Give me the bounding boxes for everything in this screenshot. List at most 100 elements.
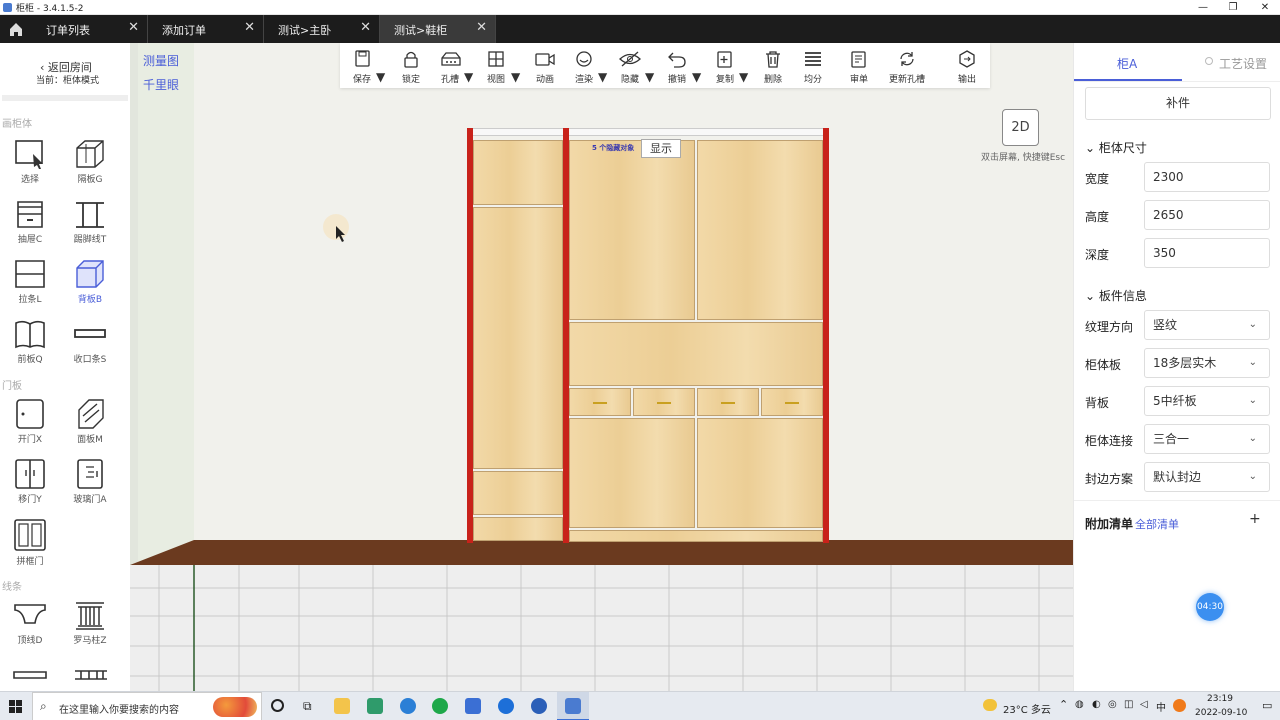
taskbar-search-box[interactable]: ⌕ 在这里输入你要搜索的内容 bbox=[32, 692, 262, 720]
shelf-panel[interactable] bbox=[569, 322, 823, 386]
cabinet-board-select[interactable]: 18多层实木 ⌄ bbox=[1144, 348, 1270, 378]
depth-input[interactable]: 350 bbox=[1144, 238, 1270, 268]
toolbar-hide-button[interactable]: 隐藏 bbox=[616, 43, 644, 88]
add-extra-button[interactable]: + bbox=[1249, 511, 1261, 527]
kickboard-panel[interactable] bbox=[569, 530, 823, 542]
windows-start-icon[interactable] bbox=[9, 700, 23, 717]
drawer-panel[interactable] bbox=[569, 388, 631, 416]
tray-app-icon[interactable]: ◐ bbox=[1092, 699, 1101, 710]
tool-kickboard[interactable]: 踢脚线T bbox=[65, 198, 115, 253]
drawer-panel[interactable] bbox=[473, 517, 563, 541]
tool-sliding-door[interactable]: 移门Y bbox=[5, 458, 55, 513]
toolbar-divide-button[interactable]: 均分 bbox=[799, 43, 827, 88]
toolbar-delete-button[interactable]: 删除 bbox=[759, 43, 787, 88]
add-part-button[interactable]: 补件 bbox=[1085, 87, 1271, 120]
hide-dropdown-icon[interactable]: ▼ bbox=[645, 70, 654, 115]
tab-close-icon[interactable]: ✕ bbox=[128, 20, 139, 35]
tool-glass-door[interactable]: 玻璃门A bbox=[65, 458, 115, 513]
design-canvas[interactable]: 5 个隐藏对象 显示 测量图 千里眼 2D 双击屏幕, 快捷键Esc bbox=[130, 43, 1073, 691]
measure-view-link[interactable]: 测量图 bbox=[143, 52, 179, 69]
tray-expand-icon[interactable]: ⌃ bbox=[1059, 698, 1068, 711]
drawer-panel[interactable] bbox=[697, 388, 759, 416]
more-tool-icon[interactable] bbox=[73, 668, 109, 685]
toolbar-export-button[interactable]: 输出 bbox=[953, 43, 981, 88]
volume-icon[interactable]: ◁ bbox=[1140, 699, 1148, 710]
tool-frame-door[interactable]: 拼框门 bbox=[5, 518, 55, 573]
timer-badge[interactable]: 04:30 bbox=[1196, 593, 1224, 621]
door-panel[interactable] bbox=[697, 418, 823, 528]
tool-partition[interactable]: 隔板G bbox=[65, 138, 115, 193]
tool-drawer[interactable]: 抽屉C bbox=[5, 198, 55, 253]
cortana-icon[interactable] bbox=[271, 699, 284, 712]
browser-icon[interactable] bbox=[400, 698, 416, 714]
toolbar-update-hole-button[interactable]: 更新孔槽 bbox=[887, 43, 927, 88]
door-panel[interactable] bbox=[473, 207, 563, 469]
active-app-button[interactable] bbox=[557, 692, 589, 720]
door-panel[interactable] bbox=[697, 140, 823, 320]
cabinet-model[interactable]: 5 个隐藏对象 显示 bbox=[467, 128, 829, 544]
bird-eye-view-link[interactable]: 千里眼 bbox=[143, 76, 179, 93]
app-icon[interactable] bbox=[531, 698, 547, 714]
tab-close-icon[interactable]: ✕ bbox=[476, 20, 487, 35]
tab-close-icon[interactable]: ✕ bbox=[244, 20, 255, 35]
task-view-icon[interactable]: ⧉ bbox=[303, 699, 312, 714]
file-explorer-icon[interactable] bbox=[334, 698, 350, 714]
tab-craft-settings[interactable]: 工艺设置 bbox=[1219, 55, 1267, 72]
save-dropdown-icon[interactable]: ▼ bbox=[376, 70, 385, 115]
drawer-panel[interactable] bbox=[633, 388, 695, 416]
tool-back-panel[interactable]: 背板B bbox=[65, 258, 115, 313]
connection-select[interactable]: 三合一 ⌄ bbox=[1144, 424, 1270, 454]
notification-icon[interactable]: ▭ bbox=[1262, 699, 1272, 712]
app-icon[interactable] bbox=[465, 698, 481, 714]
dim-group-header[interactable]: ⌄ 柜体尺寸 bbox=[1085, 139, 1147, 156]
clock-time[interactable]: 23:19 bbox=[1207, 694, 1233, 704]
view-dropdown-icon[interactable]: ▼ bbox=[511, 70, 520, 115]
wechat-icon[interactable] bbox=[432, 698, 448, 714]
door-panel[interactable] bbox=[569, 140, 695, 320]
toolbar-lock-button[interactable]: 锁定 bbox=[397, 43, 425, 88]
edge-banding-select[interactable]: 默认封边 ⌄ bbox=[1144, 462, 1270, 492]
door-panel[interactable] bbox=[473, 140, 563, 205]
height-input[interactable]: 2650 bbox=[1144, 200, 1270, 230]
show-hidden-button[interactable]: 显示 bbox=[641, 139, 681, 158]
undo-dropdown-icon[interactable]: ▼ bbox=[692, 70, 701, 115]
network-icon[interactable]: ◫ bbox=[1124, 699, 1133, 710]
toolbar-view-button[interactable]: 视图 bbox=[482, 43, 510, 88]
tray-app-icon[interactable] bbox=[1173, 699, 1186, 712]
tool-face-panel[interactable]: 面板M bbox=[65, 398, 115, 453]
tab-cabinet-a[interactable]: 柜A bbox=[1117, 55, 1137, 72]
back-board-select[interactable]: 5中纤板 ⌄ bbox=[1144, 386, 1270, 416]
grain-direction-select[interactable]: 竖纹 ⌄ bbox=[1144, 310, 1270, 340]
minimize-button[interactable]: — bbox=[1188, 0, 1218, 15]
toolbar-hole-button[interactable]: 孔槽 bbox=[436, 43, 464, 88]
close-window-button[interactable]: ✕ bbox=[1250, 0, 1280, 15]
toolbar-copy-button[interactable]: 复制 bbox=[711, 43, 739, 88]
tool-front-panel[interactable]: 前板Q bbox=[5, 318, 55, 373]
toolbar-render-button[interactable]: 渲染 bbox=[570, 43, 598, 88]
toolbar-animation-button[interactable]: 动画 bbox=[531, 43, 559, 88]
more-tool-icon[interactable] bbox=[12, 668, 48, 685]
door-panel[interactable] bbox=[569, 418, 695, 528]
drawer-panel[interactable] bbox=[473, 471, 563, 515]
hole-dropdown-icon[interactable]: ▼ bbox=[464, 70, 473, 115]
tool-top-molding[interactable]: 顶线D bbox=[5, 599, 55, 654]
toolbar-save-button[interactable]: 保存 bbox=[348, 43, 376, 88]
copy-dropdown-icon[interactable]: ▼ bbox=[739, 70, 748, 115]
tool-strip[interactable]: 拉条L bbox=[5, 258, 55, 313]
render-dropdown-icon[interactable]: ▼ bbox=[598, 70, 607, 115]
home-icon[interactable] bbox=[0, 15, 32, 43]
tab-shoe-cabinet[interactable]: 测试>鞋柜 ✕ bbox=[380, 15, 496, 43]
tray-app-icon[interactable]: ◎ bbox=[1108, 699, 1117, 710]
tool-select[interactable]: 选择 bbox=[5, 138, 55, 193]
width-input[interactable]: 2300 bbox=[1144, 162, 1270, 192]
tray-app-icon[interactable]: ◍ bbox=[1075, 699, 1084, 710]
toolbar-undo-button[interactable]: 撤销 bbox=[663, 43, 691, 88]
ime-icon[interactable]: 中 bbox=[1156, 699, 1166, 714]
calculator-icon[interactable] bbox=[367, 698, 383, 714]
tab-bedroom[interactable]: 测试>主卧 ✕ bbox=[264, 15, 380, 43]
tool-closing-strip[interactable]: 收口条S bbox=[65, 318, 115, 373]
tab-add-order[interactable]: 添加订单 ✕ bbox=[148, 15, 264, 43]
tool-roman-column[interactable]: 罗马柱Z bbox=[65, 599, 115, 654]
tool-swing-door[interactable]: 开门X bbox=[5, 398, 55, 453]
toolbar-review-button[interactable]: 审单 bbox=[845, 43, 873, 88]
